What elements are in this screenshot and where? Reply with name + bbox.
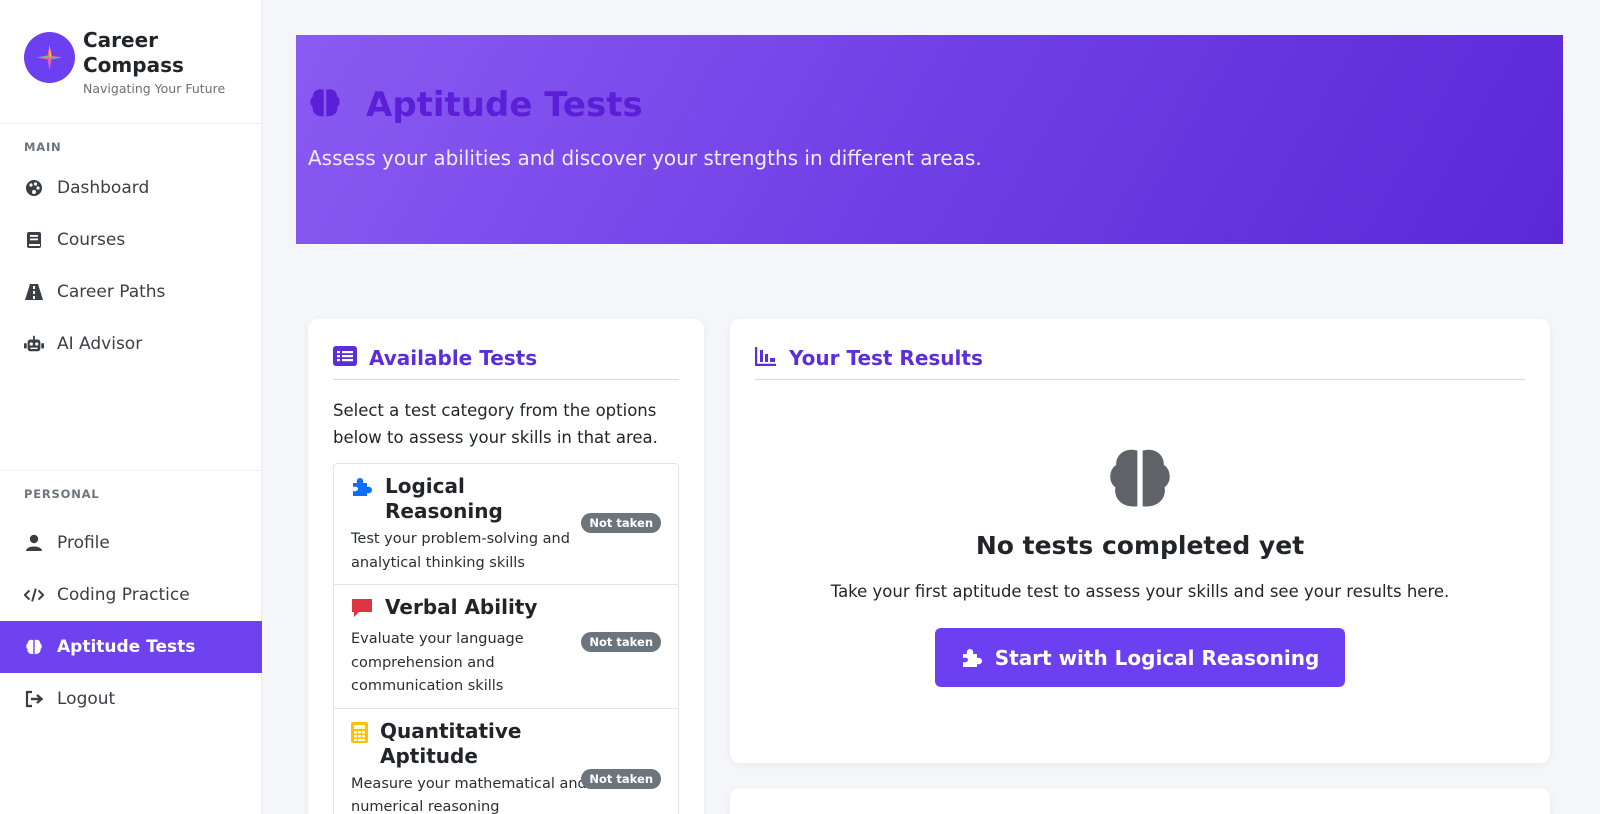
sidebar-item-label: Coding Practice (57, 585, 190, 605)
sidebar-item-label: Dashboard (57, 178, 150, 198)
sidebar-item-dashboard[interactable]: Dashboard (0, 162, 261, 214)
code-icon (24, 585, 44, 605)
divider (0, 470, 262, 471)
list-icon (333, 346, 357, 370)
empty-state-text: Take your first aptitude test to assess … (830, 582, 1450, 601)
sidebar-item-label: Courses (57, 230, 126, 250)
sidebar-item-label: Profile (57, 533, 110, 553)
intro-text: Select a test category from the options … (333, 401, 658, 447)
next-card (730, 788, 1550, 814)
test-item-quantitative-aptitude[interactable]: Quantitative Aptitude Measure your mathe… (334, 709, 678, 814)
brain-icon (308, 86, 342, 124)
card-header: Available Tests (333, 346, 679, 380)
sidebar-item-logout[interactable]: Logout (0, 673, 262, 725)
sidebar-item-career-paths[interactable]: Career Paths (0, 266, 261, 318)
test-item-logical-reasoning[interactable]: Logical Reasoning Test your problem-solv… (334, 464, 678, 585)
button-label: Start with Logical Reasoning (994, 645, 1320, 670)
status-badge: Not taken (581, 632, 661, 652)
puzzle-icon (961, 648, 983, 668)
sidebar-item-aptitude-tests[interactable]: Aptitude Tests (0, 621, 262, 673)
card-title: Available Tests (369, 346, 538, 370)
sidebar-item-label: AI Advisor (57, 334, 143, 354)
sidebar-item-label: Logout (57, 689, 116, 709)
book-icon (24, 230, 44, 250)
test-desc: Measure your mathematical and numerical … (351, 775, 587, 814)
test-desc: Test your problem-solving and analytical… (351, 531, 570, 571)
brand-title: Career Compass (83, 28, 184, 77)
status-badge: Not taken (581, 768, 661, 789)
user-icon (24, 533, 44, 553)
empty-state-title: No tests completed yet (975, 531, 1305, 560)
palette-icon (24, 178, 44, 198)
puzzle-icon (351, 477, 373, 503)
brain-icon (24, 637, 44, 657)
sidebar-item-label: Aptitude Tests (57, 637, 196, 657)
card-title: Your Test Results (789, 346, 983, 370)
section-label-personal: PERSONAL (24, 487, 100, 501)
test-item-verbal-ability[interactable]: Verbal Ability Evaluate your language co… (334, 585, 678, 709)
page-title: Aptitude Tests (366, 85, 643, 125)
test-name: Logical Reasoning (385, 474, 503, 523)
road-icon (24, 282, 44, 302)
compass-logo-icon (24, 32, 75, 83)
section-label-main: MAIN (24, 140, 62, 154)
calculator-icon (351, 721, 368, 749)
test-list: Logical Reasoning Test your problem-solv… (333, 463, 679, 814)
empty-state: No tests completed yet Take your first a… (755, 445, 1525, 687)
logout-icon (24, 689, 44, 709)
available-tests-card: Available Tests Select a test category f… (308, 319, 704, 814)
sidebar-item-label: Career Paths (57, 282, 166, 302)
brain-icon (755, 445, 1525, 517)
start-logical-reasoning-button[interactable]: Start with Logical Reasoning (934, 628, 1346, 687)
page-subtitle: Assess your abilities and discover your … (308, 146, 982, 170)
sidebar: Career Compass Navigating Your Future MA… (0, 0, 262, 814)
chart-bar-icon (754, 346, 777, 370)
test-desc: Evaluate your language comprehension and… (351, 631, 524, 694)
status-badge: Not taken (581, 513, 661, 533)
sidebar-item-courses[interactable]: Courses (0, 214, 261, 266)
sidebar-item-ai-advisor[interactable]: AI Advisor (0, 318, 261, 370)
test-results-card: Your Test Results No tests completed yet… (730, 319, 1550, 763)
robot-icon (24, 334, 44, 354)
comment-icon (351, 598, 373, 624)
test-name: Quantitative Aptitude (380, 718, 522, 768)
sidebar-item-coding-practice[interactable]: Coding Practice (0, 569, 262, 621)
brand[interactable]: Career Compass Navigating Your Future (0, 0, 261, 124)
page-header-banner: Aptitude Tests Assess your abilities and… (296, 35, 1563, 244)
test-name: Verbal Ability (385, 595, 538, 619)
brand-subtitle: Navigating Your Future (83, 81, 226, 96)
sidebar-item-profile[interactable]: Profile (0, 517, 262, 569)
card-header: Your Test Results (754, 346, 1525, 380)
